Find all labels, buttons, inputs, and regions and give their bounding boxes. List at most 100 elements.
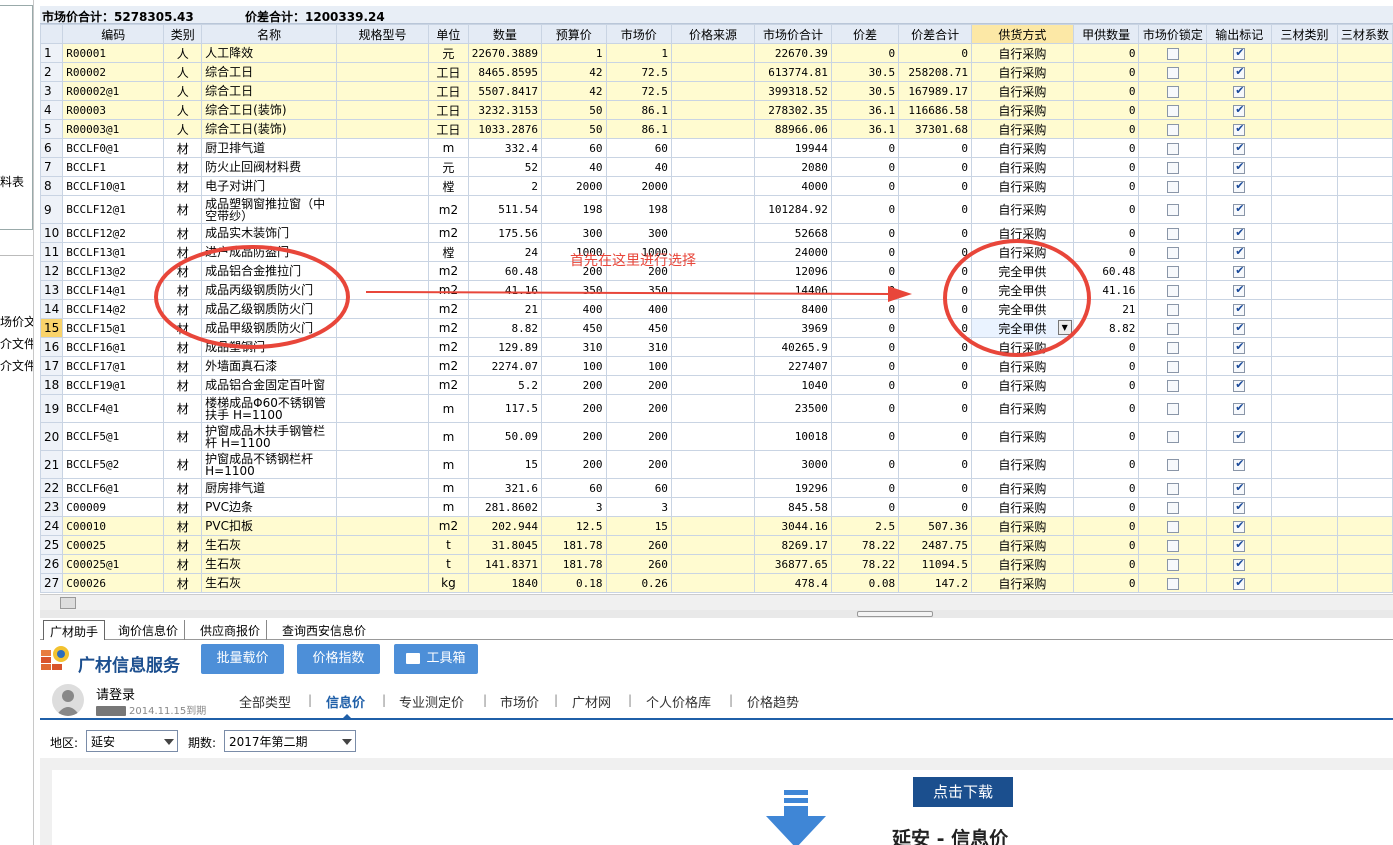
price-source-cell[interactable] [670,375,756,395]
supply-method-cell[interactable]: 完全甲供 ▼ [971,318,1074,338]
row-number[interactable]: 13 [40,280,64,300]
table-row[interactable]: 13 BCCLF14@1 材成品丙级钢质防火门 m2 41.16 350 350 14406 0… [40,280,1393,300]
price-source-cell[interactable] [670,573,756,593]
output-flag-cell[interactable] [1206,176,1273,196]
quantity-cell[interactable]: 50.09 [467,422,543,451]
diff-total-cell[interactable]: 0 [898,280,972,300]
checkbox-checked-icon[interactable] [1233,179,1246,193]
unit-cell[interactable]: m2 [428,223,469,243]
category-cell[interactable]: 材 [163,261,203,281]
checkbox-icon[interactable] [1166,265,1179,278]
code-cell[interactable]: R00002@1 [62,81,165,101]
checkbox-icon[interactable] [1166,161,1179,174]
material-coef-cell[interactable] [1336,280,1393,300]
unit-cell[interactable]: m2 [428,280,469,300]
checkbox-checked-icon[interactable] [1233,226,1246,240]
row-number[interactable]: 12 [40,261,64,281]
checkbox-icon[interactable] [1166,577,1179,590]
jia-qty-header[interactable]: 甲供数量 [1072,24,1140,44]
output-flag-cell[interactable] [1206,242,1273,262]
code-cell[interactable]: BCCLF4@1 [62,394,165,423]
supply-method-cell[interactable]: 自行采购 [971,535,1074,555]
avatar[interactable] [52,684,84,716]
unit-cell[interactable]: 元 [428,157,469,177]
category-cell[interactable]: 材 [163,242,203,262]
unit-cell[interactable]: t [428,554,469,574]
supply-method-cell[interactable]: 自行采购 [971,573,1074,593]
jia-qty-cell[interactable]: 41.16 [1072,280,1140,300]
code-cell[interactable]: BCCLF10@1 [62,176,165,196]
diff-total-cell[interactable]: 258208.71 [898,62,972,82]
spec-cell[interactable] [336,573,430,593]
spec-cell[interactable] [336,478,430,498]
market-price-cell[interactable]: 200 [605,375,672,395]
spec-cell[interactable] [336,299,430,319]
unit-cell[interactable]: m2 [428,299,469,319]
jia-qty-cell[interactable]: 0 [1072,176,1140,196]
market-lock-cell[interactable] [1138,450,1208,479]
output-flag-cell[interactable] [1206,299,1273,319]
output-flag-cell[interactable] [1206,318,1273,338]
diff-total-cell[interactable]: 147.2 [898,573,972,593]
checkbox-icon[interactable] [1166,180,1179,193]
checkbox-checked-icon[interactable] [1233,141,1246,155]
market-price-header[interactable]: 市场价 [605,24,672,44]
code-cell[interactable]: BCCLF19@1 [62,375,165,395]
category-cell[interactable]: 材 [163,535,203,555]
checkbox-icon[interactable] [1166,66,1179,79]
table-row[interactable]: 8 BCCLF10@1 材电子对讲门樘 2 2000 2000 4000 0 0 自行采购 0 [40,176,1393,196]
market-lock-cell[interactable] [1138,554,1208,574]
category-cell[interactable]: 材 [163,356,203,376]
unit-cell[interactable]: m2 [428,318,469,338]
quantity-cell[interactable]: 52 [467,157,543,177]
row-number[interactable]: 10 [40,223,64,243]
market-total-cell[interactable]: 101284.92 [754,195,832,224]
table-row[interactable]: 3 R00002@1 人综合工日 工日 5507.8417 42 72.5 399318.52… [40,81,1393,101]
table-row[interactable]: 2 R00002 人综合工日 工日 8465.8595 42 72.5 613774.81 30… [40,62,1393,82]
table-row[interactable]: 24 C00010 材 PVC扣板 m2 202.944 12.5 15 3044.16 2.5 5… [40,516,1393,536]
code-cell[interactable]: BCCLF5@2 [62,450,165,479]
table-row[interactable]: 14 BCCLF14@2 材成品乙级钢质防火门 m2 21 400 400 8400 0 0 完全甲… [40,299,1393,319]
diff-cell[interactable]: 0 [830,299,900,319]
checkbox-icon[interactable] [1166,539,1179,552]
unit-cell[interactable]: m2 [428,356,469,376]
material-coef-cell[interactable] [1336,176,1393,196]
checkbox-checked-icon[interactable] [1233,359,1246,373]
name-cell[interactable]: 厨卫排气道 [201,138,338,158]
price-source-cell[interactable] [670,535,756,555]
diff-total-cell[interactable]: 0 [898,422,972,451]
spec-cell[interactable] [336,422,430,451]
name-cell[interactable]: 外墙面真石漆 [201,356,338,376]
market-total-cell[interactable]: 36877.65 [754,554,832,574]
unit-cell[interactable]: m2 [428,195,469,224]
unit-header[interactable]: 单位 [428,24,469,44]
code-cell[interactable]: C00025@1 [62,554,165,574]
name-cell[interactable]: 成品乙级钢质防火门 [201,299,338,319]
supply-dropdown-chevron-icon[interactable]: ▼ [1057,320,1072,335]
supply-method-cell[interactable]: 自行采购 [971,157,1074,177]
spec-cell[interactable] [336,176,430,196]
table-row[interactable]: 20 BCCLF5@1 材护窗成品木扶手钢管栏杆 H=1100 m 50.09 200 20… [40,422,1393,451]
checkbox-checked-icon[interactable] [1233,401,1246,415]
checkbox-checked-icon[interactable] [1233,84,1246,98]
name-cell[interactable]: 成品甲级钢质防火门 [201,318,338,338]
checkbox-icon[interactable] [1166,142,1179,155]
nav-price-trend[interactable]: 价格趋势 [747,692,799,711]
material-type-cell[interactable] [1271,43,1338,63]
market-price-cell[interactable]: 72.5 [605,62,672,82]
market-lock-cell[interactable] [1138,299,1208,319]
budget-price-cell[interactable]: 50 [541,119,607,139]
row-number[interactable]: 18 [40,375,64,395]
supply-method-cell[interactable]: 自行采购 [971,516,1074,536]
market-lock-cell[interactable] [1138,280,1208,300]
code-cell[interactable]: R00003@1 [62,119,165,139]
code-header[interactable]: 编码 [62,24,165,44]
price-source-cell[interactable] [670,497,756,517]
diff-total-cell[interactable]: 0 [898,43,972,63]
market-total-cell[interactable]: 278302.35 [754,100,832,120]
price-source-header[interactable]: 价格来源 [670,24,756,44]
code-cell[interactable]: BCCLF17@1 [62,356,165,376]
supply-method-cell[interactable]: 自行采购 [971,195,1074,224]
nav-professional-price[interactable]: 专业测定价 [399,692,464,711]
left-label[interactable]: 介文件 [0,357,33,374]
